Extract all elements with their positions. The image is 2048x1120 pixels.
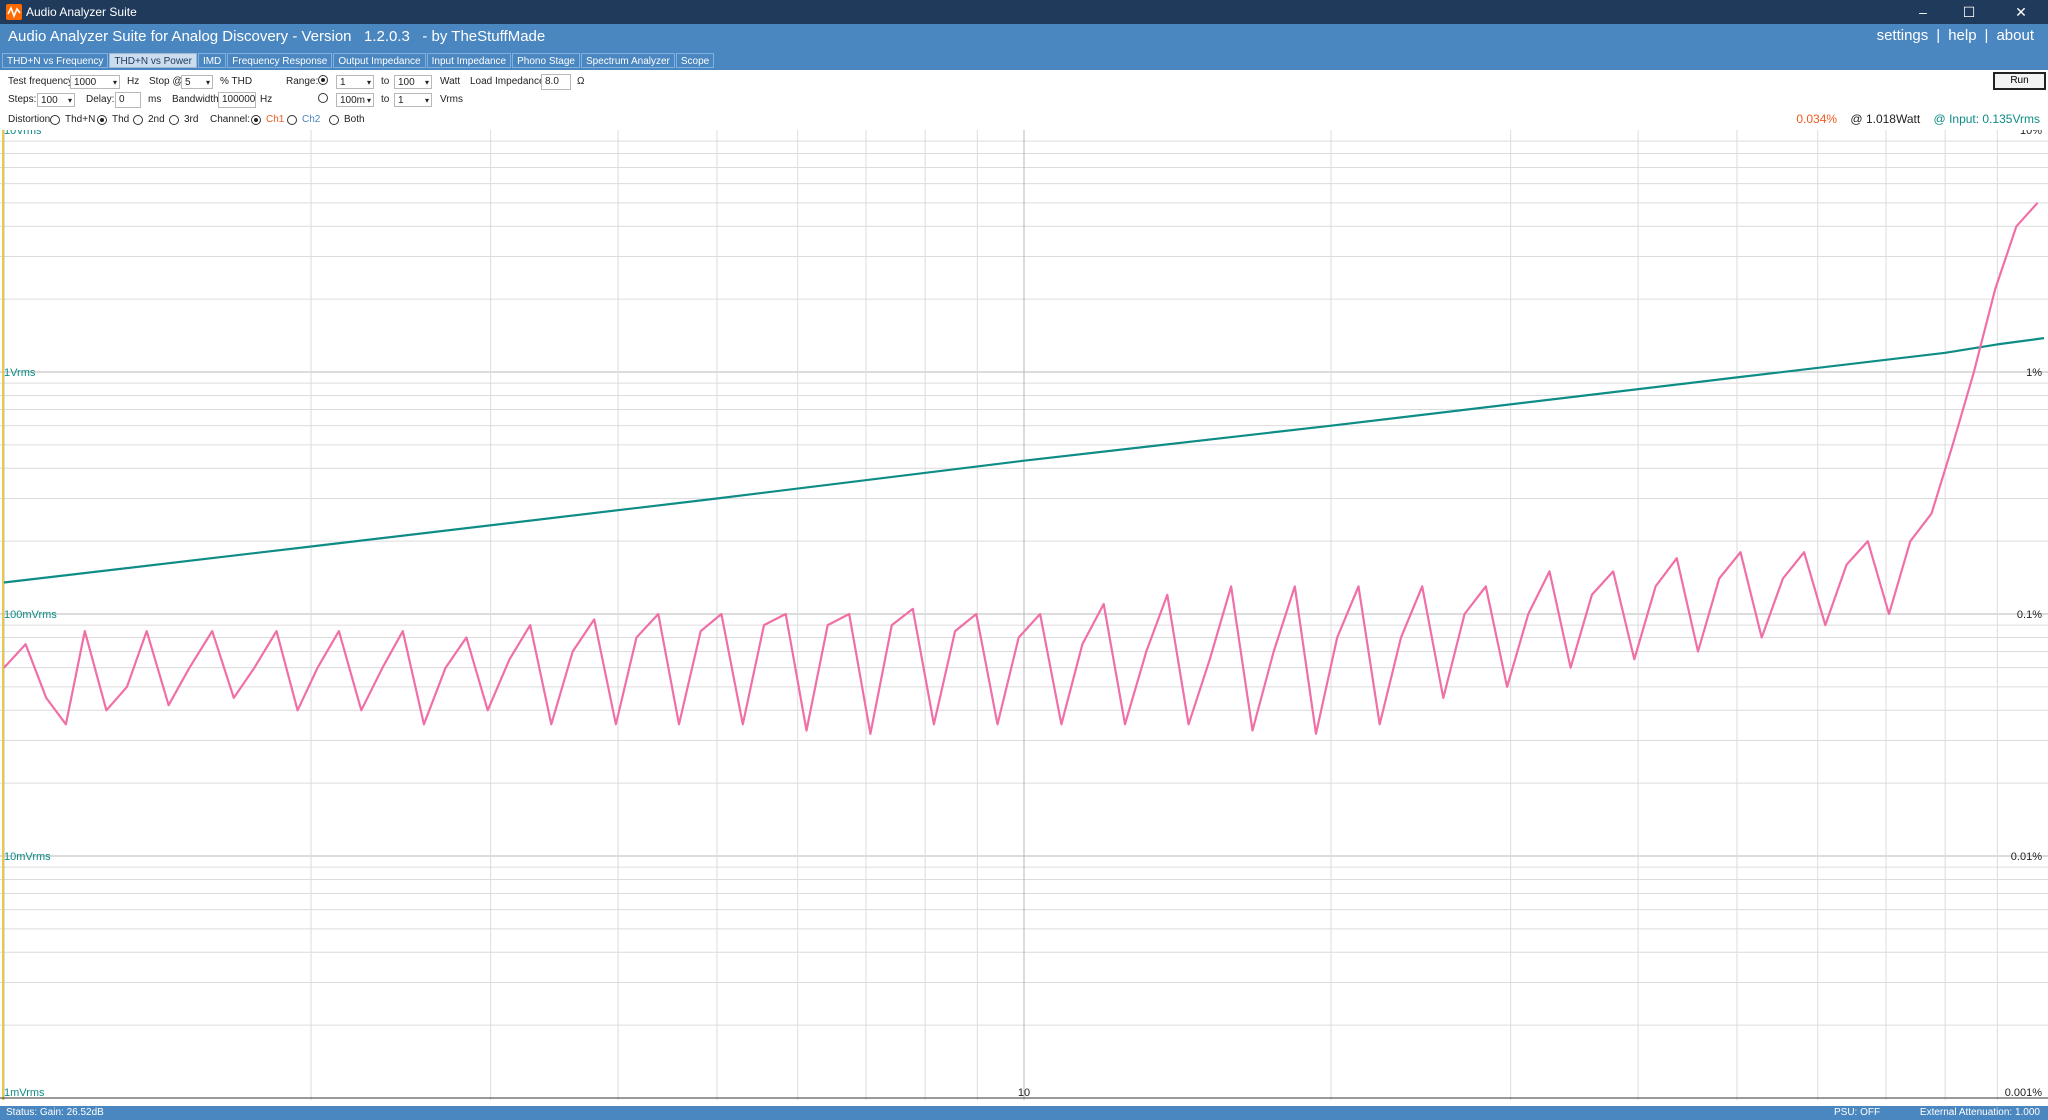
thd-vs-power-chart[interactable]: 10Vrms 1Vrms 100mVrms 10mVrms 1mVrms 10% 1% 0.1… (0, 130, 2048, 1100)
y-right-tick-label: 0.1% (2017, 609, 2042, 621)
tab-output-impedance[interactable]: Output Impedance (333, 53, 426, 68)
bandwidth-hz-label: Hz (260, 94, 273, 105)
app-title-text: Audio Analyzer Suite for Analog Discover… (8, 28, 546, 45)
stop-label: Stop @ (149, 76, 183, 87)
y-right-tick-label: 0.01% (2011, 851, 2042, 863)
load-impedance-input[interactable]: 8.0 (541, 74, 571, 90)
tab-frequency-response[interactable]: Frequency Response (227, 53, 333, 68)
to-label: to (381, 76, 390, 87)
delay-input[interactable]: 0 (115, 92, 141, 108)
tab-thd-vs-power[interactable]: THD+N vs Power (109, 53, 197, 68)
range-watt-to-select[interactable]: 100 (394, 75, 432, 90)
close-button[interactable]: ✕ (1998, 0, 2044, 24)
help-link[interactable]: help (1948, 27, 1976, 44)
about-link[interactable]: about (1996, 27, 2034, 44)
stop-select[interactable]: 5 (181, 75, 213, 90)
tab-imd[interactable]: IMD (197, 53, 227, 68)
dist-2nd-radio[interactable] (133, 115, 143, 125)
status-psu: PSU: OFF (1834, 1107, 1881, 1118)
minimize-button[interactable]: – (1900, 0, 1946, 24)
input-readout: @ Input: 0.135Vrms (1933, 112, 2040, 126)
x-tick-label: 10 (1018, 1087, 1030, 1099)
y-left-tick-label: 1Vrms (4, 367, 36, 379)
to-label: to (381, 94, 390, 105)
controls-panel: Test frequency: 1000 Hz Stop @ 5 % THD R… (0, 70, 2048, 130)
y-left-tick-label: 10mVrms (4, 851, 51, 863)
y-left-tick-label: 10Vrms (4, 130, 42, 137)
link-separator: | (1984, 27, 1989, 44)
steps-select[interactable]: 100 (37, 93, 75, 108)
tab-thd-vs-frequency[interactable]: THD+N vs Frequency (2, 53, 109, 68)
test-frequency-label: Test frequency: (8, 76, 76, 87)
channel-both-label: Both (344, 114, 365, 125)
range-vrms-radio[interactable] (318, 93, 328, 103)
dist-thdn-label: Thd+N (65, 114, 96, 125)
dist-thd-radio[interactable] (97, 115, 107, 125)
range-label: Range: (286, 76, 319, 87)
channel-ch2-radio[interactable] (287, 115, 297, 125)
channel-both-radio[interactable] (329, 115, 339, 125)
app-logo-icon (6, 4, 22, 20)
bandwidth-input[interactable]: 100000 (218, 92, 256, 108)
y-right-tick-label: 1% (2026, 367, 2042, 379)
status-bar: Status: Gain: 26.52dB PSU: OFF External … (0, 1106, 2048, 1120)
channel-label: Channel: (210, 114, 251, 125)
steps-label: Steps: (8, 94, 37, 105)
y-right-tick-label: 10% (2020, 130, 2042, 137)
tab-scope[interactable]: Scope (675, 53, 715, 68)
maximize-button[interactable]: ☐ (1946, 0, 1992, 24)
ohm-label: Ω (577, 76, 585, 87)
channel-ch1-label: Ch1 (266, 114, 285, 125)
watt-label: Watt (440, 76, 461, 87)
tab-spectrum-analyzer[interactable]: Spectrum Analyzer (580, 53, 675, 68)
y-right-tick-label: 0.001% (2005, 1087, 2043, 1099)
tab-phono-stage[interactable]: Phono Stage (512, 53, 580, 68)
tab-input-impedance[interactable]: Input Impedance (426, 53, 512, 68)
test-frequency-select[interactable]: 1000 (70, 75, 120, 90)
link-separator: | (1936, 27, 1941, 44)
range-vrms-from-select[interactable]: 100m (336, 93, 374, 108)
status-attenuation: External Attenuation: 1.000 (1919, 1107, 2040, 1118)
load-impedance-label: Load Impedance: (470, 76, 548, 87)
top-links: settings | help | about (1873, 27, 2038, 44)
distortion-label: Distortion: (8, 114, 54, 125)
y-left-tick-label: 1mVrms (4, 1087, 45, 1099)
range-watt-radio[interactable] (318, 75, 328, 85)
power-readout: @ 1.018Watt (1850, 112, 1921, 126)
dist-2nd-label: 2nd (148, 114, 165, 125)
vrms-label: Vrms (440, 94, 463, 105)
dist-3rd-radio[interactable] (169, 115, 179, 125)
dist-3rd-label: 3rd (184, 114, 199, 125)
ms-label: ms (148, 94, 162, 105)
stop-unit-label: % THD (220, 76, 253, 87)
bandwidth-label: Bandwidth: (172, 94, 222, 105)
range-vrms-to-select[interactable]: 1 (394, 93, 432, 108)
app-title: Audio Analyzer Suite for Analog Discover… (8, 28, 545, 45)
dist-thdn-radio[interactable] (50, 115, 60, 125)
chart-grid (0, 130, 2048, 1100)
window-title: Audio Analyzer Suite (26, 5, 137, 19)
thd-readout: 0.034% (1796, 112, 1838, 126)
channel-ch1-radio[interactable] (251, 115, 261, 125)
dist-thd-label: Thd (112, 114, 130, 125)
delay-label: Delay: (86, 94, 115, 105)
hz-label: Hz (127, 76, 140, 87)
y-left-tick-label: 100mVrms (4, 609, 57, 621)
settings-link[interactable]: settings (1877, 27, 1929, 44)
run-button[interactable]: Run (1993, 72, 2046, 90)
channel-ch2-label: Ch2 (302, 114, 321, 125)
status-gain: Status: Gain: 26.52dB (6, 1107, 104, 1118)
range-watt-from-select[interactable]: 1 (336, 75, 374, 90)
measurement-readouts: 0.034% @ 1.018Watt @ Input: 0.135Vrms (1786, 112, 2040, 126)
window-titlebar: Audio Analyzer Suite – ☐ ✕ (0, 0, 2048, 24)
tab-bar: THD+N vs Frequency THD+N vs Power IMD Frequ… (2, 53, 715, 69)
